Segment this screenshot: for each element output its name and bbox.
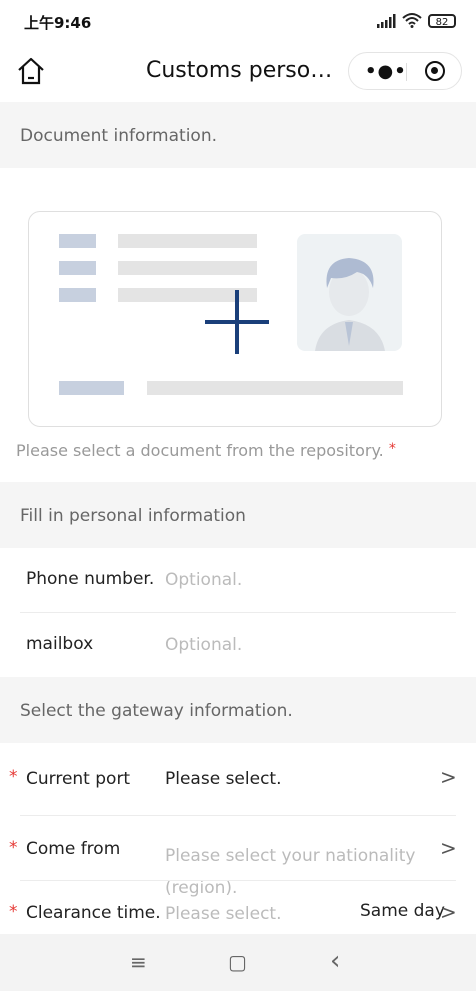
navigation-bar: Customs perso… •●• xyxy=(0,44,476,100)
mailbox-label: mailbox xyxy=(26,634,94,654)
personal-section-title: Fill in personal information xyxy=(20,506,246,526)
doc-placeholder-bar xyxy=(59,381,124,395)
add-icon[interactable] xyxy=(203,288,271,356)
doc-placeholder-bar xyxy=(118,261,257,275)
come-from-label: Come from xyxy=(26,839,121,859)
document-select-card[interactable] xyxy=(28,211,442,427)
home-square-icon[interactable]: ▢ xyxy=(228,950,247,974)
gateway-section-title: Select the gateway information. xyxy=(20,701,293,721)
gateway-section-header: Select the gateway information. xyxy=(0,677,476,743)
mailbox-field-row: mailbox Optional. xyxy=(0,613,476,677)
system-nav-bar: ≡ ▢ ‹ xyxy=(0,934,476,991)
document-section-title: Document information. xyxy=(20,126,217,146)
chevron-right-icon: > xyxy=(440,765,457,789)
close-target-icon[interactable] xyxy=(425,61,445,81)
portrait-icon xyxy=(297,234,402,351)
come-from-row[interactable]: * Come from Please select your nationali… xyxy=(0,816,476,898)
required-mark: * xyxy=(9,838,18,858)
document-hint: Please select a document from the reposi… xyxy=(16,441,396,460)
document-section-header: Document information. xyxy=(0,102,476,168)
clearance-day-value[interactable]: Same day xyxy=(360,901,445,921)
current-port-label: Current port xyxy=(26,769,131,789)
menu-icon[interactable]: ≡ xyxy=(130,950,147,974)
required-mark: * xyxy=(9,767,18,787)
clearance-time-row[interactable]: * Clearance time. Please select. Same da… xyxy=(0,881,476,934)
home-icon[interactable] xyxy=(16,56,46,86)
back-icon[interactable]: ‹ xyxy=(330,946,340,976)
doc-placeholder-bar xyxy=(59,261,96,275)
doc-placeholder-bar xyxy=(147,381,403,395)
chevron-right-icon: > xyxy=(440,900,457,924)
cell-signal-icon xyxy=(377,14,396,28)
mini-program-capsule: •●• xyxy=(348,52,462,90)
required-mark: * xyxy=(388,441,396,457)
status-bar: 上午9:46 82 xyxy=(0,0,476,44)
current-port-row[interactable]: * Current port Please select. > xyxy=(0,743,476,815)
chevron-right-icon: > xyxy=(440,836,457,860)
status-time: 上午9:46 xyxy=(24,14,92,32)
doc-placeholder-bar xyxy=(59,234,96,248)
doc-placeholder-bar xyxy=(118,234,257,248)
required-mark: * xyxy=(9,902,18,922)
document-hint-text: Please select a document from the reposi… xyxy=(16,441,384,460)
doc-placeholder-bar xyxy=(59,288,96,302)
phone-field-row: Phone number. Optional. xyxy=(0,548,476,612)
phone-label: Phone number. xyxy=(26,569,155,589)
mailbox-input[interactable]: Optional. xyxy=(165,635,242,655)
current-port-select[interactable]: Please select. xyxy=(165,769,282,789)
personal-section-header: Fill in personal information xyxy=(0,482,476,548)
page-title: Customs perso… xyxy=(146,58,333,83)
capsule-divider xyxy=(406,63,407,81)
battery-icon: 82 xyxy=(428,14,456,28)
clearance-time-select[interactable]: Please select. xyxy=(165,904,282,924)
wifi-icon xyxy=(402,13,422,28)
phone-input[interactable]: Optional. xyxy=(165,570,242,590)
more-icon[interactable]: •●• xyxy=(365,61,407,82)
clearance-time-label: Clearance time. xyxy=(26,903,161,923)
